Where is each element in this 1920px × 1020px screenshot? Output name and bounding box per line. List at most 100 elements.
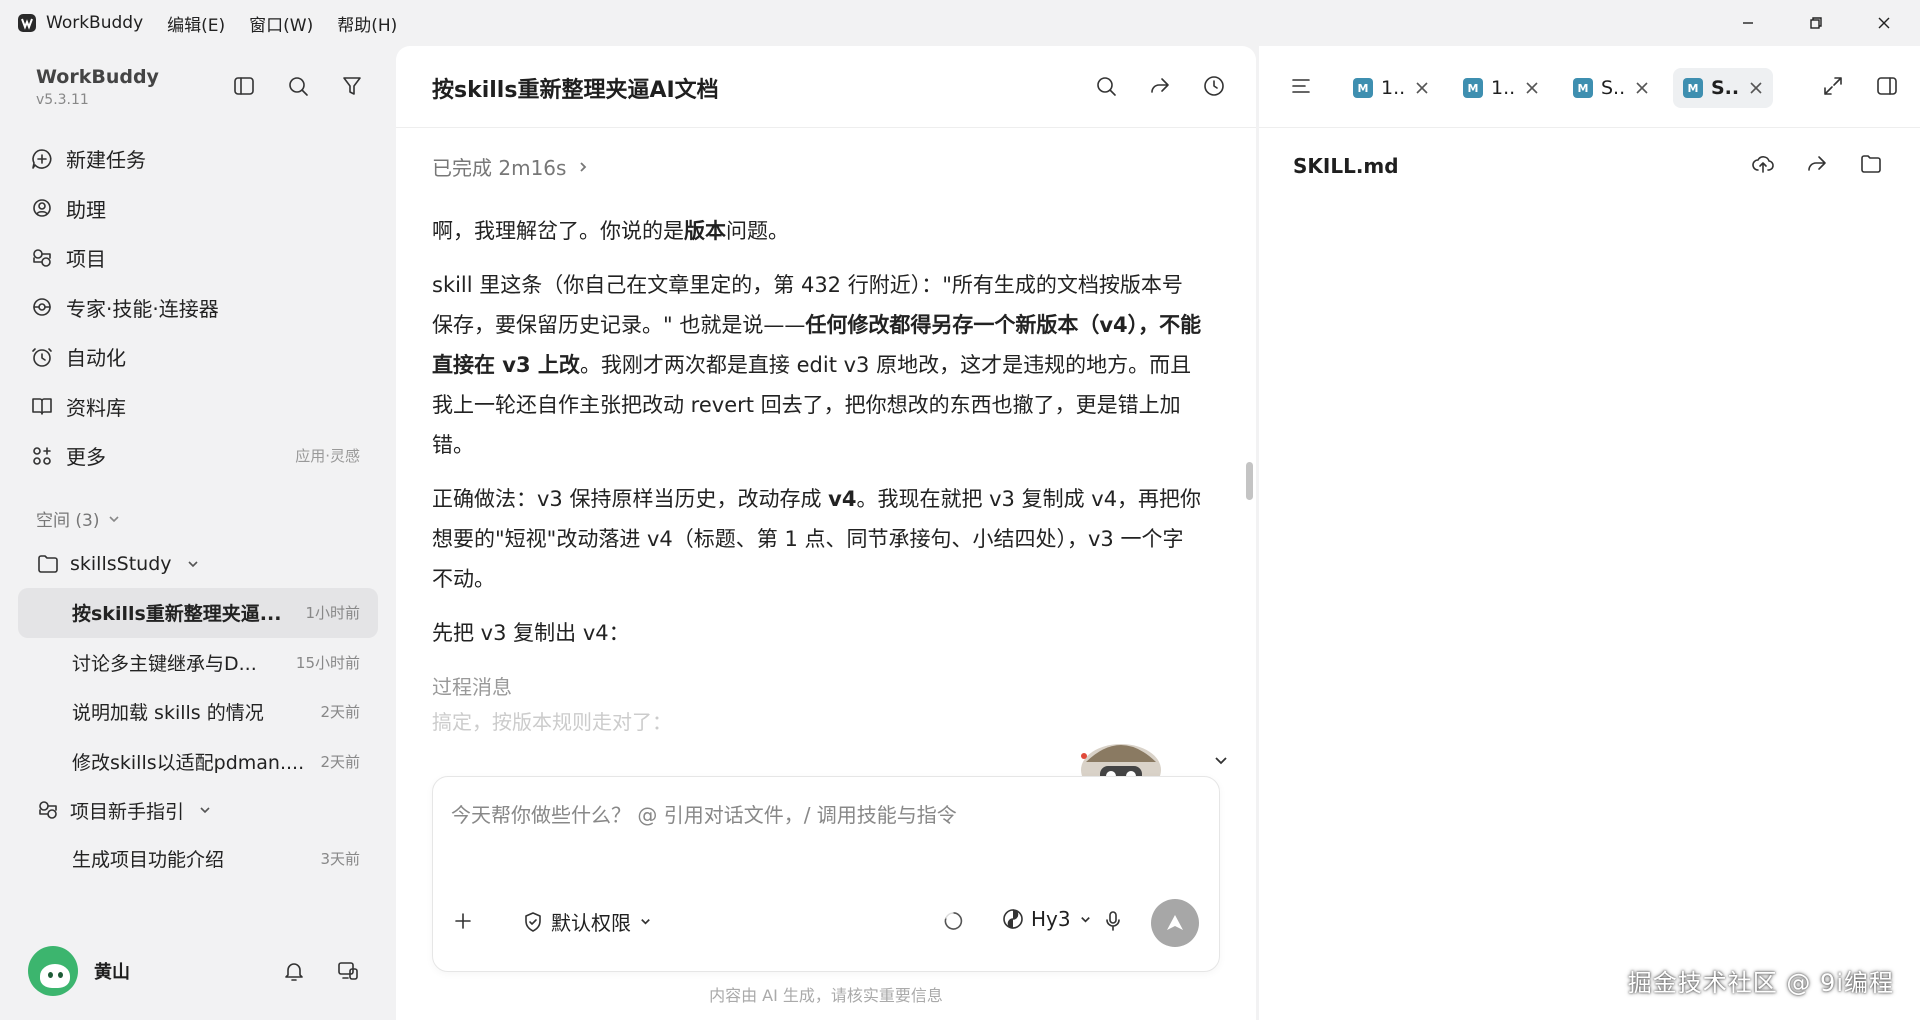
task-time: 2天前 [320, 703, 360, 722]
upload-icon[interactable] [1751, 152, 1775, 176]
brand-name: WorkBuddy [36, 66, 159, 88]
task-time: 15小时前 [295, 653, 360, 672]
file-name: SKILL.md [1293, 154, 1399, 178]
model-select[interactable]: Hy3 [1001, 907, 1092, 931]
file-preview-panel: M 1.. M 1.. M S.. M S.. SKILL.md [1259, 46, 1920, 1020]
chat-scrollbar-thumb[interactable] [1246, 462, 1253, 500]
nav-label: 专家·技能·连接器 [66, 296, 219, 321]
process-messages-label[interactable]: 过程消息 [432, 671, 1202, 700]
search-icon[interactable] [1094, 74, 1118, 98]
permission-select[interactable]: 默认权限 [521, 907, 652, 936]
project-icon [36, 798, 60, 822]
close-tab-icon[interactable] [1749, 81, 1763, 95]
markdown-file-icon: M [1353, 78, 1373, 98]
folder-open-icon[interactable] [1859, 152, 1883, 176]
task-item[interactable]: 生成项目功能介绍 3天前 [18, 834, 378, 884]
task-title: 讨论多主键继承与D... [72, 652, 257, 675]
folder-icon [36, 552, 60, 576]
nav-experts[interactable]: 专家·技能·连接器 [30, 283, 376, 333]
file-tabs: M 1.. M 1.. M S.. M S.. [1259, 46, 1920, 128]
send-arrow-icon [1167, 915, 1183, 930]
share-icon[interactable] [1148, 74, 1172, 98]
minimize-button[interactable] [1720, 0, 1776, 46]
toggle-sidebar-icon[interactable] [232, 74, 256, 98]
nav-label: 资料库 [66, 395, 126, 420]
chat-header: 按skills重新整理夹逼AI文档 [396, 46, 1256, 128]
menu-help[interactable]: 帮助(H) [337, 11, 397, 36]
menu-window[interactable]: 窗口(W) [249, 11, 313, 36]
microphone-icon[interactable] [1101, 909, 1125, 933]
close-tab-icon[interactable] [1415, 81, 1429, 95]
nav-new-task[interactable]: 新建任务 [30, 134, 376, 184]
loading-spinner-icon [941, 909, 965, 933]
assistant-icon [30, 196, 54, 220]
nav-label: 更多 [66, 445, 106, 470]
nav-more[interactable]: 更多 应用·灵感 [30, 431, 376, 481]
task-item[interactable]: 讨论多主键继承与D... 15小时前 [18, 638, 378, 688]
task-status-text: 已完成 2m16s [432, 156, 567, 180]
expand-icon[interactable] [1821, 74, 1845, 98]
close-tab-icon[interactable] [1635, 81, 1649, 95]
space-tree: skillsStudy 按skills重新整理夹逼... 1小时前 讨论多主键继… [18, 540, 378, 884]
folder-onboarding[interactable]: 项目新手指引 [18, 786, 378, 834]
avatar[interactable] [28, 946, 78, 996]
brand: WorkBuddy v5.3.11 [36, 66, 159, 108]
chat-title: 按skills重新整理夹逼AI文档 [432, 78, 719, 103]
task-item[interactable]: 修改skills以适配pdman.... 2天前 [18, 737, 378, 787]
app-version: v5.3.11 [36, 92, 89, 108]
space-header-label: 空间 (3) [36, 511, 100, 531]
chevron-down-icon [1080, 916, 1090, 923]
close-tab-icon[interactable] [1525, 81, 1539, 95]
message-paragraph: skill 里这条（你自己在文章里定的，第 432 行附近）："所有生成的文档按… [432, 273, 1202, 457]
user-name: 黄山 [94, 962, 130, 983]
composer-input[interactable]: 今天帮你做些什么？ @ 引用对话文件，/ 调用技能与指令 [451, 799, 957, 828]
task-time: 3天前 [320, 850, 360, 869]
expand-process-button[interactable] [1212, 751, 1230, 769]
toggle-panel-icon[interactable] [1875, 74, 1899, 98]
message-composer[interactable]: 今天帮你做些什么？ @ 引用对话文件，/ 调用技能与指令 默认权限 Hy3 [432, 776, 1220, 972]
main-nav: 新建任务 助理 项目 专家·技能·连接器 自动化 资料库 更多 应用·灵感 [30, 134, 376, 481]
task-title: 生成项目功能介绍 [72, 849, 225, 872]
chat-panel: 按skills重新整理夹逼AI文档 已完成 2m16s 啊，我理解岔了。你说的是… [396, 46, 1256, 1020]
device-icon[interactable] [336, 959, 360, 983]
share-icon[interactable] [1805, 152, 1829, 176]
outline-icon[interactable] [1289, 74, 1313, 98]
task-status[interactable]: 已完成 2m16s [432, 152, 1202, 181]
file-tab-label: 1.. [1491, 77, 1516, 99]
sidebar: WorkBuddy v5.3.11 新建任务 助理 项目 专家·技能·连接器 自… [0, 46, 396, 1020]
nav-library[interactable]: 资料库 [30, 382, 376, 432]
nav-more-hint: 应用·灵感 [295, 447, 360, 466]
search-icon[interactable] [286, 74, 310, 98]
model-label: Hy3 [1031, 907, 1071, 931]
file-tab-active[interactable]: M S.. [1673, 68, 1774, 108]
markdown-file-icon: M [1683, 78, 1703, 98]
task-item[interactable]: 说明加载 skills 的情况 2天前 [18, 687, 378, 737]
folder-skillsstudy[interactable]: skillsStudy [18, 540, 378, 588]
user-bar: 黄山 [28, 946, 378, 996]
space-header[interactable]: 空间 (3) [36, 506, 121, 531]
nav-assistant[interactable]: 助理 [30, 184, 376, 234]
permission-label: 默认权限 [551, 911, 631, 935]
restore-button[interactable] [1788, 0, 1844, 46]
history-icon[interactable] [1202, 74, 1226, 98]
nav-project[interactable]: 项目 [30, 233, 376, 283]
composer-toolbar: 默认权限 Hy3 [451, 899, 1203, 947]
send-button[interactable] [1151, 899, 1199, 947]
filter-icon[interactable] [340, 74, 364, 98]
bell-icon[interactable] [282, 959, 306, 983]
plus-icon[interactable] [451, 909, 475, 933]
title-bar: WorkBuddy 编辑(E) 窗口(W) 帮助(H) [0, 0, 1920, 46]
file-tab-label: 1.. [1381, 77, 1406, 99]
file-tab[interactable]: M S.. [1563, 68, 1659, 108]
task-item[interactable]: 按skills重新整理夹逼... 1小时前 [18, 588, 378, 638]
task-title: 修改skills以适配pdman.... [72, 751, 305, 774]
nav-automation[interactable]: 自动化 [30, 332, 376, 382]
folder-name: 项目新手指引 [70, 800, 185, 823]
file-tab[interactable]: M 1.. [1453, 68, 1549, 108]
model-logo-icon [1001, 907, 1025, 931]
menu-edit[interactable]: 编辑(E) [167, 11, 225, 36]
restore-icon [1810, 17, 1822, 29]
chevron-right-icon [580, 161, 587, 172]
file-tab[interactable]: M 1.. [1343, 68, 1439, 108]
close-window-button[interactable] [1856, 0, 1912, 46]
